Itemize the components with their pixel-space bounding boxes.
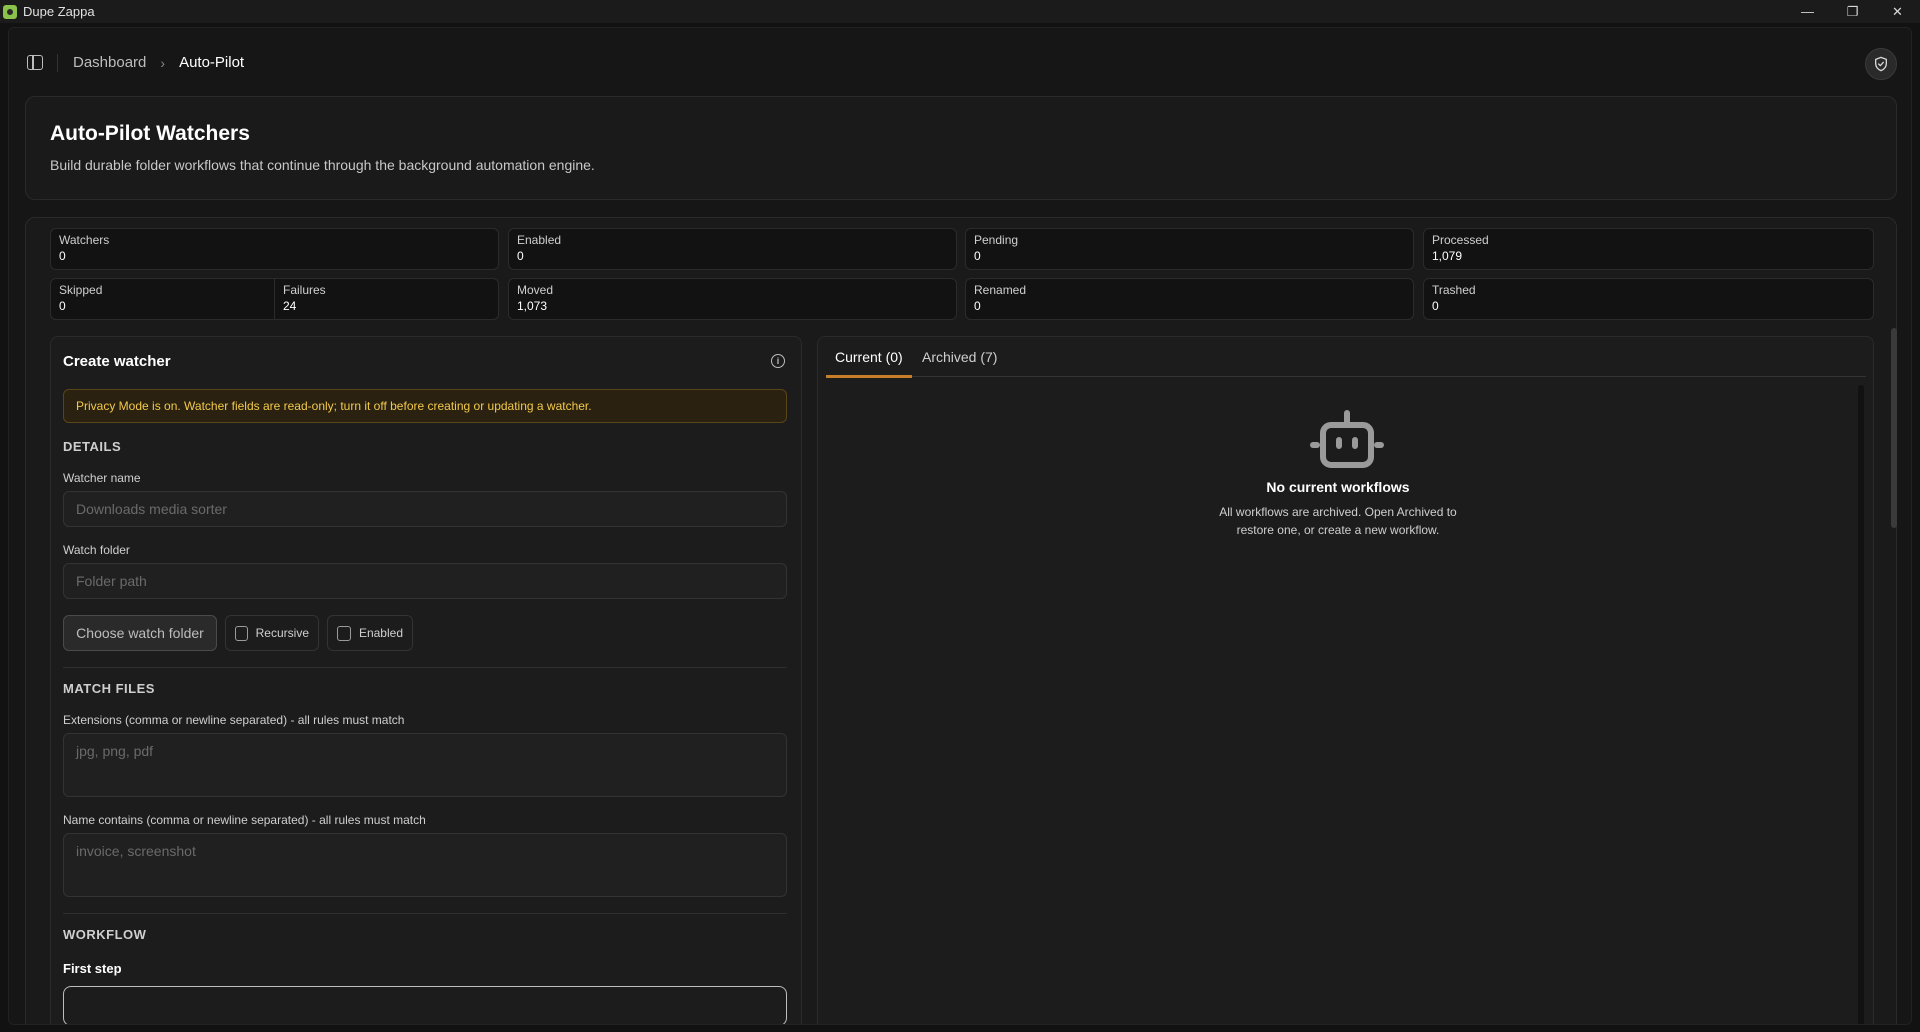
enabled-checkbox[interactable]: Enabled <box>327 615 413 651</box>
title-bar: Dupe Zappa — ❐ ✕ <box>0 0 1920 23</box>
first-step-select[interactable] <box>63 986 787 1024</box>
scrollbar[interactable] <box>1858 385 1864 1024</box>
page-subtitle: Build durable folder workflows that cont… <box>50 157 595 173</box>
watch-folder-label: Watch folder <box>63 543 130 557</box>
stat-enabled: Enabled 0 <box>508 228 957 270</box>
panel-title: Create watcher <box>63 353 171 370</box>
tab-archived[interactable]: Archived (7) <box>913 337 1006 377</box>
divider <box>57 54 58 72</box>
details-heading: DETAILS <box>63 439 122 454</box>
stat-value: 1,073 <box>517 299 548 313</box>
stat-failures: Failures 24 <box>275 279 499 319</box>
checkbox-icon <box>337 625 351 641</box>
privacy-mode-banner: Privacy Mode is on. Watcher fields are r… <box>63 389 787 423</box>
empty-state-text: All workflows are archived. Open Archive… <box>1219 505 1457 537</box>
match-files-heading: MATCH FILES <box>63 681 155 696</box>
robot-icon <box>1310 410 1384 468</box>
watch-folder-input[interactable] <box>63 563 787 599</box>
stat-value: 0 <box>517 249 524 263</box>
stat-label: Skipped <box>59 283 103 297</box>
first-step-label: First step <box>63 961 122 976</box>
choose-watch-folder-button[interactable]: Choose watch folder <box>63 615 217 651</box>
recursive-label: Recursive <box>255 626 309 640</box>
shield-check-icon <box>1875 56 1887 72</box>
breadcrumb: Dashboard › Auto-Pilot <box>73 54 244 71</box>
stat-moved: Moved 1,073 <box>508 278 957 320</box>
top-bar: Dashboard › Auto-Pilot <box>9 28 1911 98</box>
name-contains-label: Name contains (comma or newline separate… <box>63 813 426 827</box>
stat-value: 0 <box>1432 299 1439 313</box>
workflow-tabs: Current (0) Archived (7) <box>826 337 1866 378</box>
stat-label: Failures <box>283 283 326 297</box>
stat-label: Processed <box>1432 233 1489 247</box>
extensions-label: Extensions (comma or newline separated) … <box>63 713 405 727</box>
stat-label: Watchers <box>59 233 110 247</box>
stat-trashed: Trashed 0 <box>1423 278 1874 320</box>
sidebar-icon[interactable] <box>27 55 43 70</box>
stat-pending: Pending 0 <box>965 228 1414 270</box>
chevron-right-icon: › <box>160 54 166 71</box>
stat-value: 24 <box>283 299 297 313</box>
window-controls: — ❐ ✕ <box>1785 0 1920 23</box>
breadcrumb-dashboard[interactable]: Dashboard <box>73 54 146 71</box>
main-card: Watchers 0 Enabled 0 Pending 0 Processed… <box>25 217 1897 1024</box>
tab-current[interactable]: Current (0) <box>826 337 912 378</box>
stat-value: 1,079 <box>1432 249 1463 263</box>
page-scrollbar[interactable] <box>1891 328 1897 528</box>
window-title: Dupe Zappa <box>23 4 95 19</box>
divider <box>63 913 787 914</box>
workflow-list: No current workflows All workflows are a… <box>826 385 1864 1024</box>
stat-value: 0 <box>974 299 981 313</box>
workflows-panel: Current (0) Archived (7) No current work… <box>817 336 1874 1024</box>
stat-value: 0 <box>59 249 66 263</box>
name-contains-input[interactable] <box>63 833 787 897</box>
info-icon[interactable]: i <box>771 354 785 368</box>
watcher-name-label: Watcher name <box>63 471 141 485</box>
breadcrumb-current: Auto-Pilot <box>179 54 245 71</box>
stat-renamed: Renamed 0 <box>965 278 1414 320</box>
stat-skipped-failures: Skipped 0 Failures 24 <box>50 278 499 320</box>
stat-label: Pending <box>974 233 1019 247</box>
app-frame: Dashboard › Auto-Pilot Auto-Pilot Watche… <box>8 27 1912 1025</box>
minimize-button[interactable]: — <box>1785 0 1830 23</box>
divider <box>63 667 787 668</box>
privacy-mode-button[interactable] <box>1865 48 1897 80</box>
stat-label: Moved <box>517 283 554 297</box>
stat-label: Trashed <box>1432 283 1476 297</box>
recursive-checkbox[interactable]: Recursive <box>225 615 319 651</box>
stat-skipped: Skipped 0 <box>51 279 275 319</box>
stat-label: Renamed <box>974 283 1027 297</box>
stat-label: Enabled <box>517 233 562 247</box>
enabled-label: Enabled <box>358 626 403 640</box>
stat-processed: Processed 1,079 <box>1423 228 1874 270</box>
create-watcher-panel: Create watcher i Privacy Mode is on. Wat… <box>50 336 802 1024</box>
watcher-name-input[interactable] <box>63 491 787 527</box>
extensions-input[interactable] <box>63 733 787 797</box>
stat-value: 0 <box>974 249 981 263</box>
checkbox-icon <box>235 625 248 641</box>
close-button[interactable]: ✕ <box>1875 0 1920 23</box>
stat-watchers: Watchers 0 <box>50 228 499 270</box>
app-logo-icon <box>3 4 17 19</box>
stat-value: 0 <box>59 299 66 313</box>
workflow-heading: WORKFLOW <box>63 927 147 942</box>
page-title: Auto-Pilot Watchers <box>50 122 250 145</box>
page-header: Auto-Pilot Watchers Build durable folder… <box>25 96 1897 200</box>
empty-state-title: No current workflows <box>1266 479 1410 495</box>
restore-button[interactable]: ❐ <box>1830 0 1875 23</box>
